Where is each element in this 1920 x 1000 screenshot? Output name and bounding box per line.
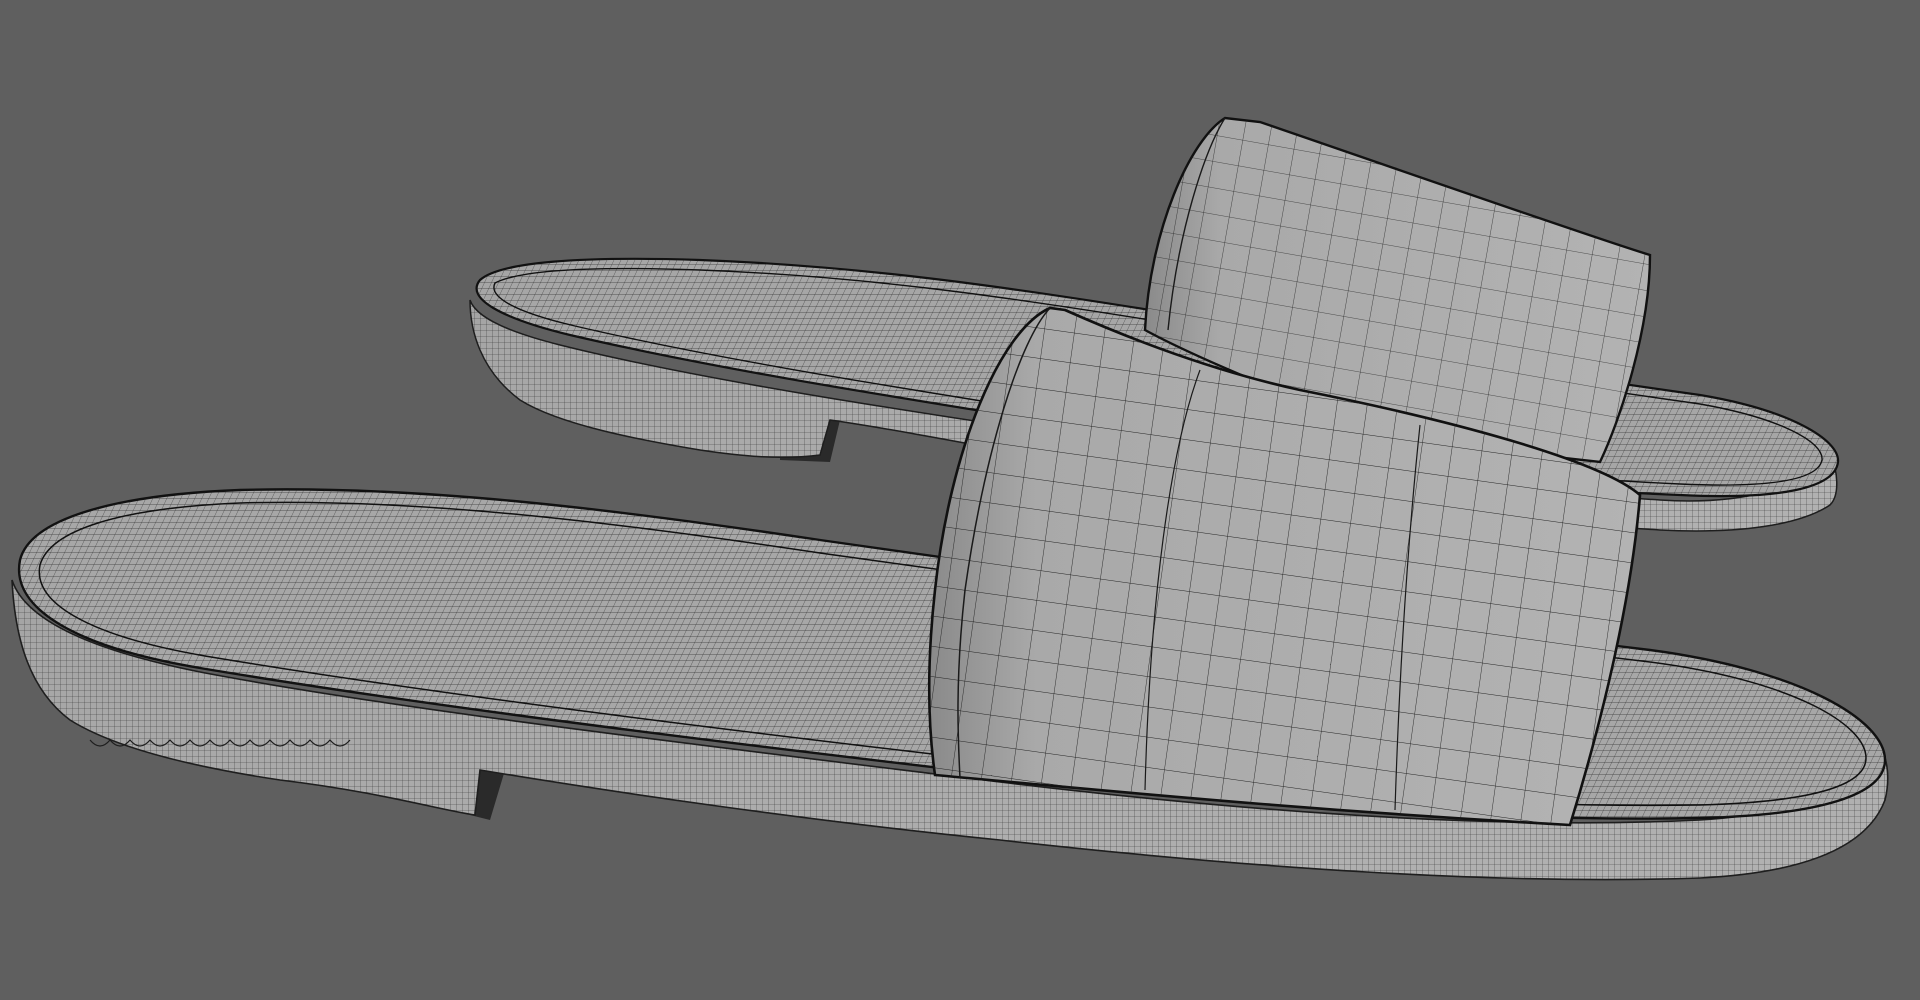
wireframe-render <box>11 116 1889 881</box>
3d-viewport[interactable] <box>0 0 1920 1000</box>
